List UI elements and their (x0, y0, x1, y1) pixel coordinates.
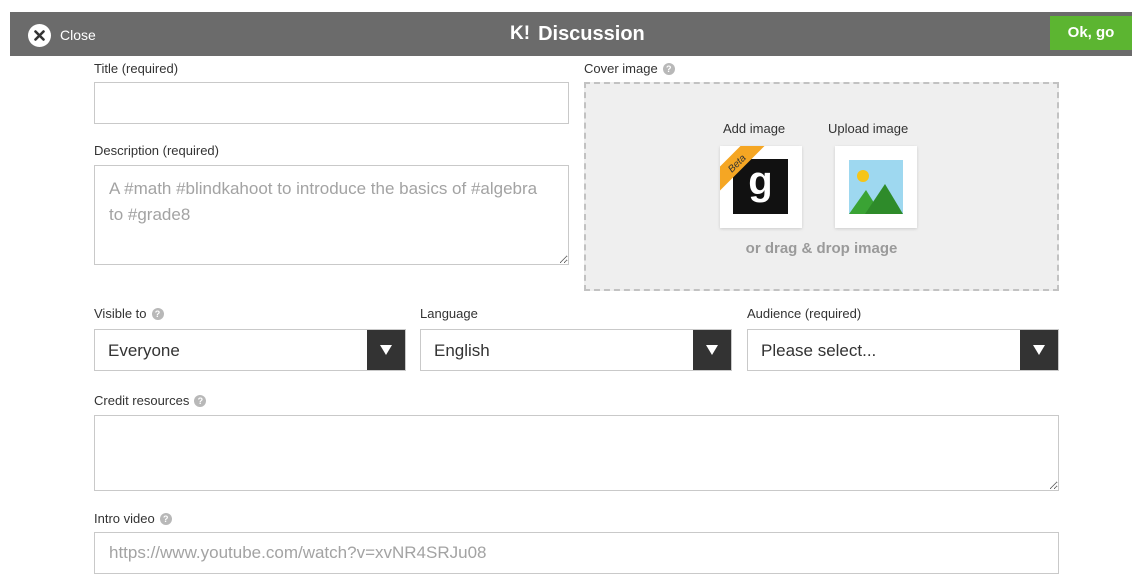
close-label: Close (60, 27, 96, 43)
description-input[interactable] (94, 165, 569, 265)
visible-to-label: Visible to ? (94, 306, 164, 321)
image-upload-icon (849, 160, 903, 214)
description-label-text: Description (required) (94, 143, 219, 158)
language-label-text: Language (420, 306, 478, 321)
credit-resources-label-text: Credit resources (94, 393, 190, 408)
audience-value: Please select... (761, 341, 877, 360)
page-title-text: Discussion (538, 22, 645, 45)
visible-to-label-text: Visible to (94, 306, 147, 321)
audience-label-text: Audience (required) (747, 306, 862, 321)
intro-video-input[interactable] (94, 532, 1059, 574)
audience-label: Audience (required) (747, 306, 861, 321)
title-label: Title (required) (94, 61, 178, 76)
help-icon[interactable]: ? (159, 512, 172, 525)
help-icon[interactable]: ? (194, 394, 207, 407)
title-input[interactable] (94, 82, 569, 124)
drag-drop-text: or drag & drop image (745, 240, 898, 257)
chevron-down-icon (367, 330, 405, 370)
close-button[interactable]: Close (28, 23, 96, 47)
kahoot-logo: K! (510, 23, 531, 44)
add-image-button[interactable]: g Beta (720, 146, 802, 228)
cover-image-label: Cover image ? (584, 61, 675, 76)
chevron-down-icon (693, 330, 731, 370)
close-icon (28, 23, 51, 47)
upload-image-label: Upload image (828, 121, 909, 136)
chevron-down-icon (1020, 330, 1058, 370)
visible-to-value: Everyone (108, 341, 180, 360)
language-value: English (434, 341, 490, 360)
help-icon[interactable]: ? (151, 307, 164, 320)
credit-resources-label: Credit resources ? (94, 393, 207, 408)
language-select[interactable]: English (420, 329, 732, 371)
add-image-label: Add image (723, 121, 786, 136)
description-label: Description (required) (94, 143, 219, 158)
intro-video-label-text: Intro video (94, 511, 155, 526)
ok-go-button[interactable]: Ok, go (1050, 16, 1132, 50)
page-title: K! Discussion (510, 21, 645, 47)
title-label-text: Title (required) (94, 61, 179, 76)
top-bar: Close K! Discussion (10, 12, 1132, 56)
intro-video-label: Intro video ? (94, 511, 172, 526)
audience-select[interactable]: Please select... (747, 329, 1059, 371)
visible-to-select[interactable]: Everyone (94, 329, 406, 371)
cover-image-dropzone[interactable]: Add image Upload image g Beta or drag & … (584, 82, 1059, 291)
help-icon[interactable]: ? (662, 62, 675, 75)
credit-resources-input[interactable] (94, 415, 1059, 491)
upload-image-button[interactable] (835, 146, 917, 228)
language-label: Language (420, 306, 478, 321)
cover-image-label-text: Cover image (584, 61, 658, 76)
